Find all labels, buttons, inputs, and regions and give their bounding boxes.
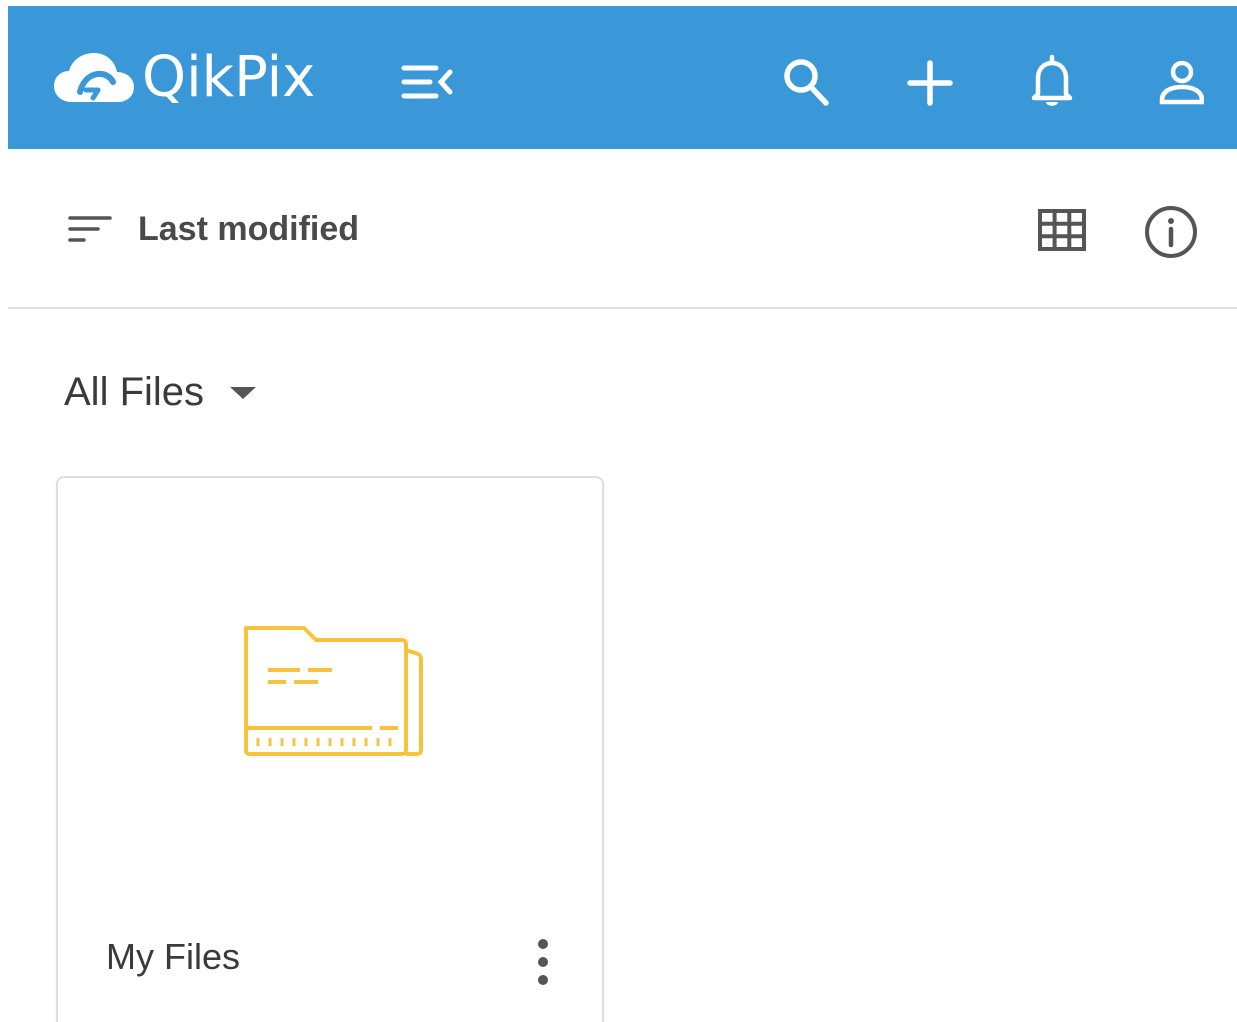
app-bar: QikPix <box>8 6 1237 149</box>
folder-icon <box>244 626 423 756</box>
logo-cloud-icon <box>54 53 134 102</box>
info-button[interactable] <box>1142 203 1200 261</box>
folder-more-button[interactable] <box>528 934 558 990</box>
folder-card[interactable]: My Files <box>56 476 604 1022</box>
notifications-button[interactable] <box>1024 50 1080 112</box>
menu-collapse-icon <box>401 65 453 99</box>
more-vertical-icon <box>538 939 548 985</box>
add-button[interactable] <box>902 50 958 112</box>
account-button[interactable] <box>1148 50 1205 112</box>
grid-view-icon <box>1038 209 1086 251</box>
sort-icon <box>68 216 112 242</box>
search-icon <box>784 59 829 106</box>
folder-scope-dropdown[interactable]: All Files <box>64 362 258 422</box>
section-title: All Files <box>64 369 205 414</box>
add-icon <box>907 60 953 106</box>
caret-down-icon <box>230 387 257 399</box>
page: QikPix Last modified All Files My Files <box>0 0 1237 1022</box>
bell-icon <box>1031 54 1073 106</box>
folder-thumbnail <box>242 622 424 760</box>
sort-label: Last modified <box>138 209 360 248</box>
app-title: QikPix <box>142 45 316 110</box>
search-button[interactable] <box>778 50 834 112</box>
menu-collapse-button[interactable] <box>398 56 456 108</box>
sort-button[interactable]: Last modified <box>66 201 359 257</box>
info-icon <box>1145 206 1197 258</box>
files-toolbar: Last modified <box>8 149 1237 309</box>
user-icon <box>1159 60 1205 105</box>
grid-view-button[interactable] <box>1034 207 1090 253</box>
toolbar-divider <box>8 307 1237 309</box>
folder-name: My Files <box>106 936 240 977</box>
app-logo[interactable]: QikPix <box>50 42 315 114</box>
